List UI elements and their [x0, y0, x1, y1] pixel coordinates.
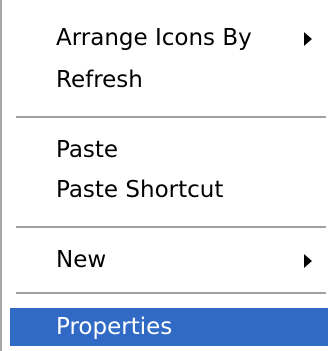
- menu-item-refresh[interactable]: Refresh: [10, 62, 328, 98]
- menu-item-arrange-icons-by[interactable]: Arrange Icons By: [10, 20, 328, 56]
- menu-item-label: New: [56, 247, 107, 273]
- menu-item-label: Properties: [56, 314, 173, 340]
- menu-item-label: Refresh: [56, 67, 143, 93]
- submenu-arrow-icon: [304, 32, 312, 46]
- menu-item-paste[interactable]: Paste: [10, 132, 328, 168]
- menu-separator: [16, 292, 326, 295]
- menu-item-label: Paste Shortcut: [56, 177, 224, 203]
- menu-item-label: Arrange Icons By: [56, 25, 252, 51]
- desktop-context-menu: Arrange Icons By Refresh Paste Paste Sho…: [0, 0, 328, 351]
- menu-item-properties[interactable]: Properties: [10, 308, 328, 346]
- menu-item-label: Paste: [56, 137, 119, 163]
- submenu-arrow-icon: [304, 254, 312, 268]
- menu-item-paste-shortcut[interactable]: Paste Shortcut: [10, 172, 328, 208]
- menu-separator: [16, 116, 326, 119]
- menu-item-new[interactable]: New: [10, 242, 328, 278]
- menu-separator: [16, 226, 326, 229]
